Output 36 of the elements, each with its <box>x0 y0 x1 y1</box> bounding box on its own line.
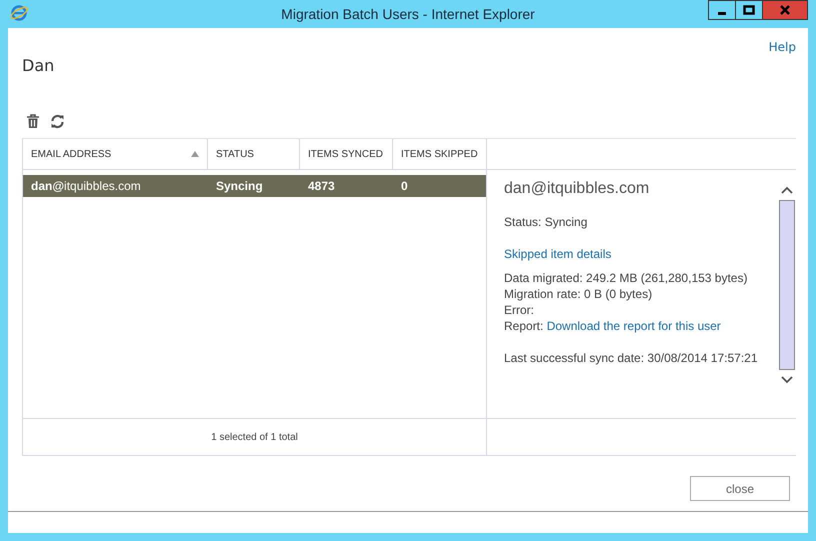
trash-icon[interactable] <box>26 114 40 128</box>
detail-text: Last successful sync date: 30/08/2014 17:57:21 <box>504 350 759 366</box>
scrollbar-thumb[interactable] <box>779 200 795 370</box>
close-dialog-button[interactable]: close <box>690 476 790 501</box>
table-cell-text: 0 <box>400 179 409 193</box>
table-cell-text: dan@itquibbles.com <box>30 179 142 193</box>
page-title: Dan <box>22 56 54 75</box>
detail-text: Status: Syncing <box>504 214 588 230</box>
refresh-icon[interactable] <box>50 114 65 128</box>
sort-icon <box>191 151 199 157</box>
help-link[interactable]: Help <box>768 40 796 54</box>
detail-label: Report: <box>504 319 544 333</box>
column-header[interactable]: EMAIL ADDRESS <box>23 139 208 169</box>
browser-icon <box>10 4 28 22</box>
details-title: dan@itquibbles.com <box>504 180 650 198</box>
download-report-link[interactable]: Download the report for this user <box>546 319 721 333</box>
table-cell-text: Syncing <box>215 179 264 193</box>
detail-text: Migration rate: 0 B (0 bytes) <box>504 286 654 302</box>
detail-text: Error: <box>504 302 535 318</box>
column-header[interactable]: ITEMS SKIPPED <box>393 139 485 169</box>
selection-count: 1 selected of 1 total <box>211 432 298 442</box>
maximize-icon <box>743 5 755 15</box>
minimize-button[interactable] <box>708 0 736 20</box>
skipped-items-link[interactable]: Skipped item details <box>504 247 612 261</box>
close-button[interactable] <box>762 0 808 20</box>
table-row[interactable]: dan@itquibbles.com Syncing 4873 0 <box>23 175 486 197</box>
column-header[interactable]: ITEMS SYNCED <box>300 139 393 169</box>
window-title: Migration Batch Users - Internet Explorer <box>281 6 535 22</box>
detail-text: Data migrated: 249.2 MB (261,280,153 bytes) <box>504 270 748 286</box>
close-icon <box>779 5 791 15</box>
minimize-icon <box>718 12 726 14</box>
column-header[interactable]: STATUS <box>208 139 300 169</box>
scroll-up-icon[interactable] <box>781 186 793 194</box>
table-cell-text: 4873 <box>307 179 336 193</box>
scroll-down-icon[interactable] <box>781 376 793 384</box>
maximize-button[interactable] <box>735 0 763 20</box>
